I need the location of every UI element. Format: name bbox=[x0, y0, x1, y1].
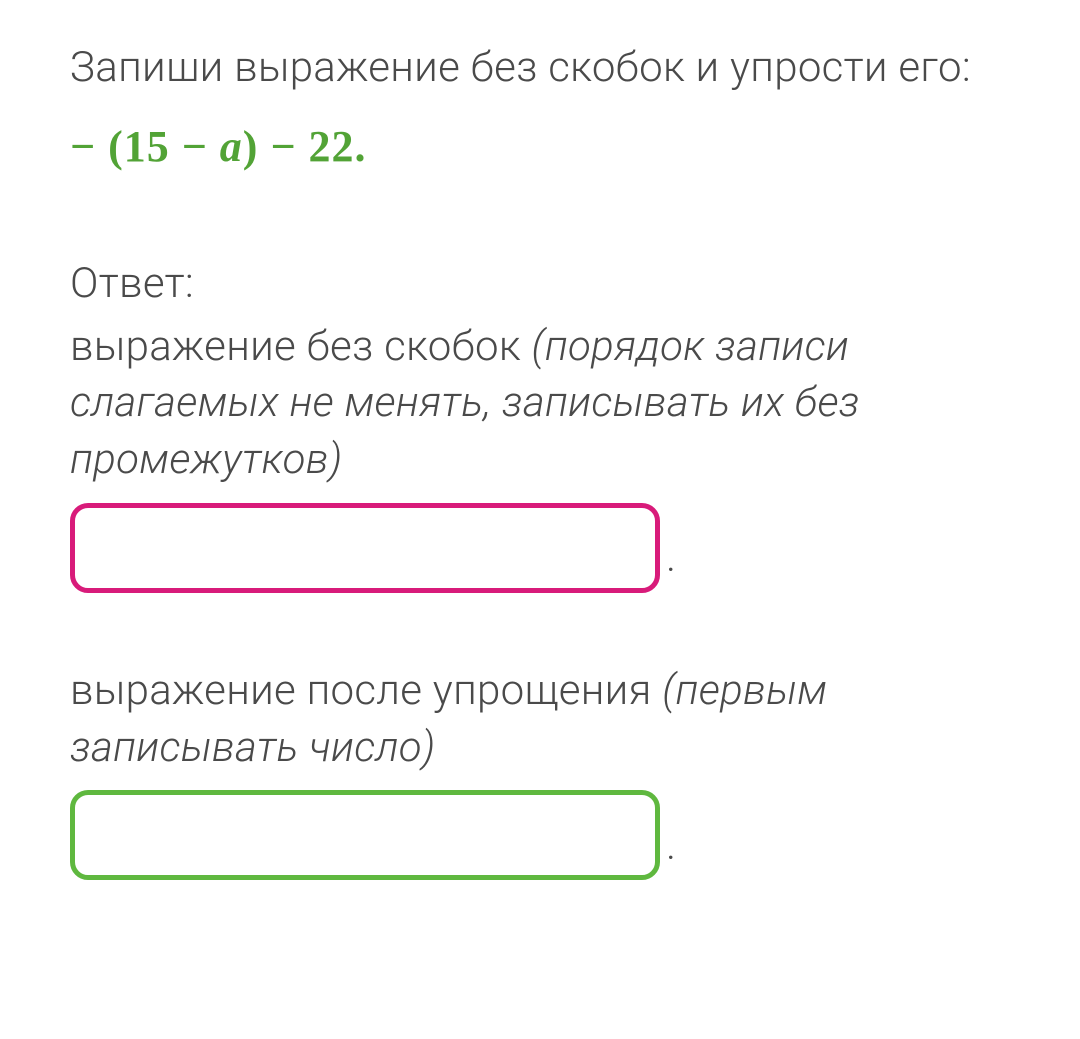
section2-text: выражение после упрощения bbox=[70, 666, 662, 715]
input-row-1: . bbox=[70, 503, 1020, 593]
expression-no-brackets-input[interactable] bbox=[70, 503, 660, 593]
input-row-2: . bbox=[70, 790, 1020, 880]
section1-text: выражение без скобок bbox=[70, 322, 532, 371]
task-prompt: Запиши выражение без скобок и упрости ег… bbox=[70, 40, 1020, 97]
expr-prefix: − (15 − bbox=[70, 122, 220, 171]
section2-description: выражение после упрощения (первым записы… bbox=[70, 663, 1020, 776]
period-2: . bbox=[666, 818, 676, 875]
expr-period: . bbox=[355, 122, 367, 171]
expr-suffix: ) − 22 bbox=[243, 122, 355, 171]
answer-label: Ответ: bbox=[70, 256, 1020, 313]
section1-description: выражение без скобок (порядок записи сла… bbox=[70, 319, 1020, 489]
simplified-expression-input[interactable] bbox=[70, 790, 660, 880]
math-expression: − (15 − a) − 22. bbox=[70, 117, 1020, 176]
expr-variable: a bbox=[220, 122, 243, 171]
period-1: . bbox=[666, 530, 676, 587]
